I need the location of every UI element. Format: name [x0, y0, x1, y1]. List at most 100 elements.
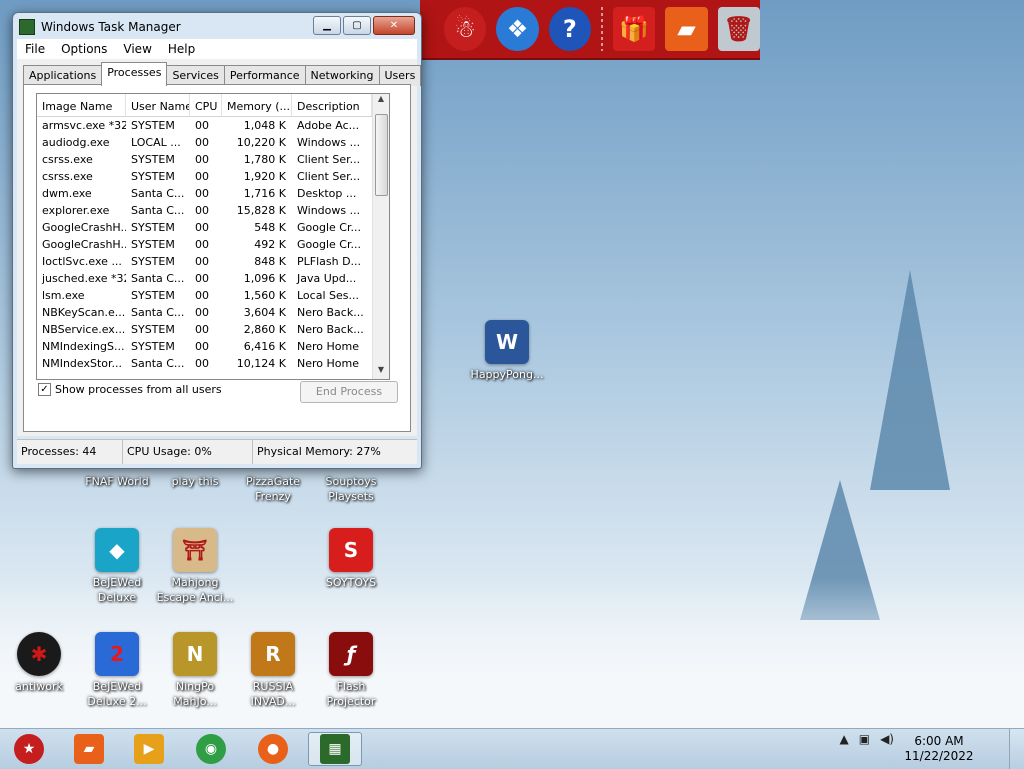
network-icon[interactable]: ▣ [859, 732, 870, 746]
cell-image-name: NBService.ex... [42, 323, 126, 336]
checkbox-checked-icon[interactable]: ✓ [38, 383, 51, 396]
table-row[interactable]: IoctlSvc.exe ... SYSTEM 00 848 K PLFlash D..… [37, 253, 389, 270]
chrome-icon: ◉ [196, 734, 226, 764]
taskbar-media-player[interactable]: ▶ [122, 732, 176, 766]
desktop-icon-fnaf-world[interactable]: FNAF World [78, 474, 156, 489]
cell-image-name: NBKeyScan.e... [42, 306, 126, 319]
desktop-icon-play-this[interactable]: play this [156, 474, 234, 489]
process-list[interactable]: Image Name User Name CPU Memory (... Des… [36, 93, 390, 380]
desktop-icon-souptoys[interactable]: Souptoys Playsets [312, 474, 390, 504]
end-process-button[interactable]: End Process [300, 381, 398, 403]
menu-bar: File Options View Help [17, 39, 417, 59]
show-desktop-button[interactable] [1009, 729, 1024, 769]
system-tray: ▲ ▣ ◀) [840, 732, 895, 746]
cell-memory: 848 K [254, 255, 286, 268]
table-row[interactable]: audiodg.exe LOCAL ... 00 10,220 K Windows ..… [37, 134, 389, 151]
desktop-icon-soytoys[interactable]: S SOYTOYS [312, 528, 390, 590]
table-row[interactable]: explorer.exe Santa C... 00 15,828 K Windows … [37, 202, 389, 219]
scroll-up-icon[interactable]: ▲ [373, 94, 389, 108]
maximize-button[interactable]: ▢ [343, 16, 371, 35]
column-user-name[interactable]: User Name [126, 94, 190, 116]
tab-services[interactable]: Services [166, 65, 225, 86]
desktop-icon-mahjong-escape[interactable]: ⛩ Mahjong Escape Anci... [156, 528, 234, 605]
table-row[interactable]: GoogleCrashH... SYSTEM 00 548 K Google Cr... [37, 219, 389, 236]
task-manager-icon: ▦ [320, 734, 350, 764]
desktop-icon-label: PizzaGate Frenzy [245, 475, 301, 503]
tab-performance[interactable]: Performance [223, 65, 306, 86]
taskbar-chrome[interactable]: ◉ [184, 732, 238, 766]
table-row[interactable]: dwm.exe Santa C... 00 1,716 K Desktop ... [37, 185, 389, 202]
cell-cpu: 00 [195, 357, 209, 370]
taskbar-task-manager[interactable]: ▦ [308, 732, 362, 766]
decorative-tree [870, 270, 950, 490]
window-title: Windows Task Manager [41, 20, 181, 34]
table-row[interactable]: csrss.exe SYSTEM 00 1,780 K Client Ser... [37, 151, 389, 168]
menu-view[interactable]: View [115, 39, 159, 59]
minimize-button[interactable]: ▁ [313, 16, 341, 35]
scroll-down-icon[interactable]: ▼ [373, 365, 389, 379]
tab-applications[interactable]: Applications [23, 65, 103, 86]
cell-cpu: 00 [195, 238, 209, 251]
cell-user-name: Santa C... [131, 204, 185, 217]
windows-logo-icon[interactable]: ❖ [496, 7, 539, 51]
cell-cpu: 00 [195, 136, 209, 149]
cell-cpu: 00 [195, 255, 209, 268]
show-hidden-icons-icon[interactable]: ▲ [840, 732, 849, 746]
table-row[interactable]: NBKeyScan.e... Santa C... 00 3,604 K Nero Ba… [37, 304, 389, 321]
close-button[interactable]: ✕ [373, 16, 415, 35]
desktop-icon-happypong-doc[interactable]: W HappyPong... [468, 320, 546, 382]
column-description[interactable]: Description [292, 94, 372, 116]
desktop-icon-bejeweled[interactable]: ◆ BeJEWed Deluxe [78, 528, 156, 605]
title-bar[interactable]: Windows Task Manager [19, 17, 181, 37]
show-all-processes-checkbox[interactable]: ✓ Show processes from all users [38, 383, 222, 396]
cell-user-name: Santa C... [131, 272, 185, 285]
taskbar-firefox[interactable]: ● [246, 732, 300, 766]
table-row[interactable]: NBService.ex... SYSTEM 00 2,860 K Nero Back.… [37, 321, 389, 338]
column-memory[interactable]: Memory (... [222, 94, 292, 116]
clock[interactable]: 6:00 AM 11/22/2022 [904, 734, 974, 764]
table-row[interactable]: lsm.exe SYSTEM 00 1,560 K Local Ses... [37, 287, 389, 304]
desktop-icon-label: play this [171, 475, 219, 488]
menu-options[interactable]: Options [53, 39, 115, 59]
column-image-name[interactable]: Image Name [37, 94, 126, 116]
cell-user-name: LOCAL ... [131, 136, 181, 149]
help-icon[interactable]: ? [548, 7, 592, 51]
desktop-icon-russia-invaders[interactable]: R RUSSIA INVAD... [234, 632, 312, 709]
start-button[interactable]: ★ [2, 732, 56, 766]
table-row[interactable]: jusched.exe *32 Santa C... 00 1,096 K Java U… [37, 270, 389, 287]
task-manager-app-icon [19, 19, 35, 35]
gift-icon[interactable]: 🎁 [612, 7, 656, 51]
table-row[interactable]: armsvc.exe *32 SYSTEM 00 1,048 K Adobe Ac... [37, 117, 389, 134]
desktop-icon-flash-projector[interactable]: ƒ Flash Projector [312, 632, 390, 709]
tab-networking[interactable]: Networking [304, 65, 380, 86]
volume-icon[interactable]: ◀) [880, 732, 894, 746]
desktop-icon-bejeweled-2[interactable]: 2 BeJEWed Deluxe 2... [78, 632, 156, 709]
quick-launch-toolbar: ☃ ❖ ? 🎁 ▰ 🗑 [420, 0, 760, 60]
cell-cpu: 00 [195, 187, 209, 200]
table-row[interactable]: csrss.exe SYSTEM 00 1,920 K Client Ser... [37, 168, 389, 185]
taskbar-folder[interactable]: ▰ [62, 732, 116, 766]
menu-help[interactable]: Help [160, 39, 203, 59]
column-cpu[interactable]: CPU [190, 94, 222, 116]
scroll-thumb[interactable] [375, 114, 388, 196]
cell-memory: 548 K [254, 221, 286, 234]
desktop-icon-pizzagate-frenzy[interactable]: PizzaGate Frenzy [234, 474, 312, 504]
recycle-bin-icon[interactable]: 🗑 [717, 7, 760, 51]
cell-description: Client Ser... [297, 170, 361, 183]
menu-file[interactable]: File [17, 39, 53, 59]
cell-memory: 1,920 K [243, 170, 286, 183]
tab-processes[interactable]: Processes [101, 62, 168, 86]
desktop-icon-label: antiwork [15, 680, 63, 693]
desktop-icon-label: BeJEWed Deluxe 2... [87, 680, 147, 708]
folder-icon[interactable]: ▰ [665, 7, 708, 51]
process-list-scrollbar[interactable]: ▲ ▼ [372, 94, 389, 379]
desktop-icon-antiwork[interactable]: ✱ antiwork [0, 632, 78, 694]
table-row[interactable]: NMIndexingS... SYSTEM 00 6,416 K Nero Home [37, 338, 389, 355]
snowman-icon[interactable]: ☃ [444, 7, 487, 51]
word-document-icon: W [485, 320, 529, 364]
table-row[interactable]: NMIndexStor... Santa C... 00 10,124 K Nero H… [37, 355, 389, 372]
process-list-header: Image Name User Name CPU Memory (... Des… [37, 94, 389, 117]
tab-users[interactable]: Users [378, 65, 422, 86]
desktop-icon-ningpo-mahjong[interactable]: N NingPo MahJo... [156, 632, 234, 709]
table-row[interactable]: GoogleCrashH... SYSTEM 00 492 K Google Cr... [37, 236, 389, 253]
